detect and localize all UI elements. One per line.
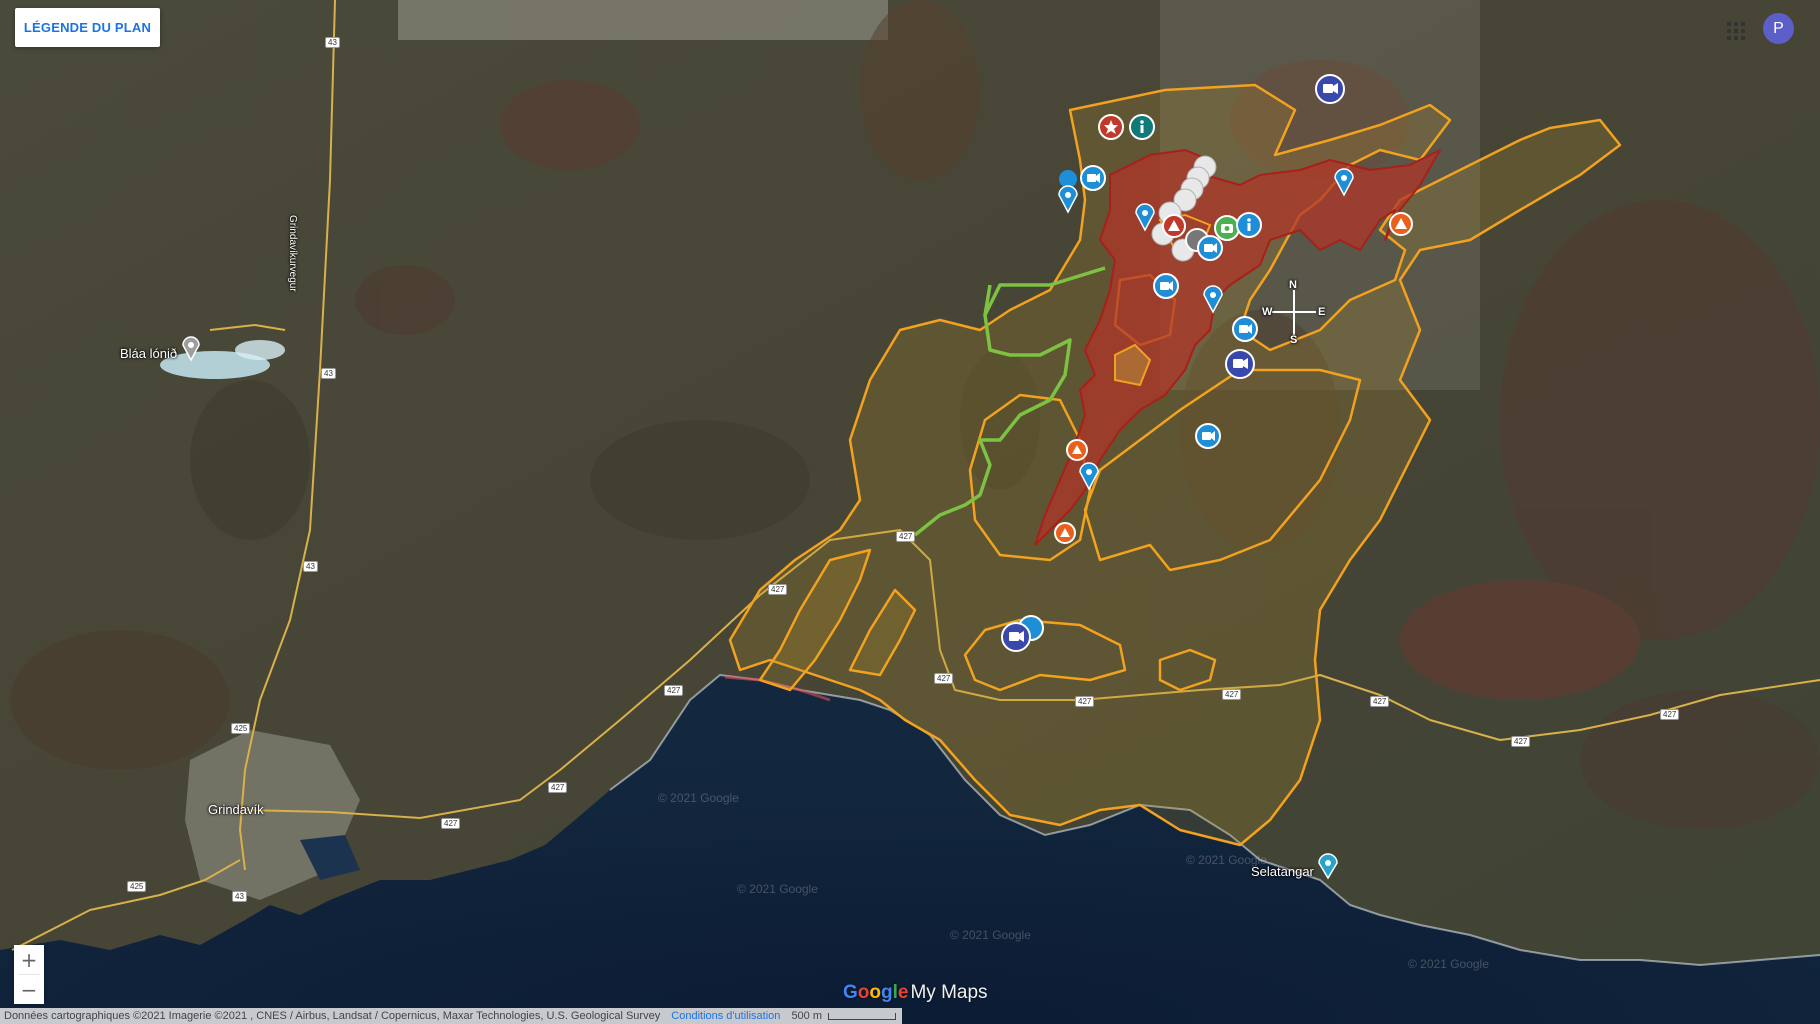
road-label-43: 43 — [303, 561, 318, 572]
photo-icon[interactable] — [1214, 215, 1240, 241]
road-label-427: 427 — [768, 584, 788, 595]
compass-south: S — [1290, 334, 1298, 346]
watermark: © 2021 Google — [658, 791, 739, 805]
road-label-425: 425 — [231, 723, 251, 734]
apps-grid-icon[interactable] — [1722, 16, 1748, 42]
watermark: © 2021 Google — [1186, 853, 1267, 867]
scale-bar — [828, 1012, 897, 1020]
pin-icon[interactable] — [1203, 285, 1223, 314]
road-label-427: 427 — [664, 685, 684, 696]
road-label-43: 43 — [232, 891, 247, 902]
terms-link[interactable]: Conditions d'utilisation — [667, 1010, 784, 1022]
pin-icon[interactable] — [1318, 853, 1338, 880]
road-name-grindavikurvegur: Grindavíkurvegur — [287, 215, 298, 292]
road-label-427: 427 — [548, 782, 568, 793]
map-legend-button[interactable]: LÉGENDE DU PLAN — [15, 8, 160, 47]
place-grindavik[interactable]: Grindavík — [208, 802, 264, 817]
road-label-427: 427 — [896, 531, 916, 542]
camera-icon[interactable] — [1153, 273, 1179, 299]
zoom-control: + − — [14, 945, 44, 1004]
compass-north: N — [1289, 279, 1297, 291]
map-canvas[interactable]: N S E W Bláa lónið Grindavík Selatangar … — [0, 0, 1820, 1024]
compass-icon — [1272, 290, 1316, 335]
road-label-43: 43 — [321, 368, 336, 379]
hazard-icon[interactable] — [1054, 522, 1076, 544]
road-label-427: 427 — [1075, 696, 1095, 707]
road-label-427: 427 — [1370, 696, 1390, 707]
pin-icon[interactable] — [1135, 203, 1155, 232]
road-label-427: 427 — [441, 818, 461, 829]
camera-icon[interactable] — [1080, 165, 1106, 191]
road-label-427: 427 — [934, 673, 954, 684]
markers-layer — [182, 74, 1413, 880]
zoom-out-button[interactable]: − — [14, 975, 44, 1004]
camera-icon[interactable] — [1232, 316, 1258, 342]
pin-icon[interactable] — [1334, 168, 1354, 197]
road-label-425: 425 — [127, 881, 147, 892]
star-icon[interactable] — [1098, 114, 1124, 140]
camping-icon[interactable] — [1162, 214, 1186, 238]
watermark: © 2021 Google — [950, 928, 1031, 942]
scale-label[interactable]: 500 m — [787, 1010, 826, 1022]
account-avatar[interactable]: P — [1763, 13, 1794, 44]
camera-icon[interactable] — [1315, 74, 1345, 104]
compass-east: E — [1318, 306, 1326, 318]
camera-icon[interactable] — [1225, 349, 1255, 379]
road-label-43: 43 — [325, 37, 340, 48]
map-attribution: Données cartographiques ©2021 Imagerie ©… — [4, 1010, 661, 1022]
info-icon[interactable] — [1129, 114, 1155, 140]
hazard-icon[interactable] — [1066, 439, 1088, 461]
watermark: © 2021 Google — [737, 882, 818, 896]
road-label-427: 427 — [1660, 709, 1680, 720]
road-label-427: 427 — [1222, 689, 1242, 700]
info-icon[interactable] — [1236, 212, 1262, 238]
camera-icon[interactable] — [1001, 622, 1031, 652]
compass-west: W — [1262, 306, 1273, 318]
watermark: © 2021 Google — [1408, 957, 1489, 971]
zoom-in-button[interactable]: + — [14, 945, 44, 974]
place-blue-lagoon[interactable]: Bláa lónið — [120, 346, 177, 361]
camera-icon[interactable] — [1197, 235, 1223, 261]
hazard-icon[interactable] — [1389, 212, 1413, 236]
road-label-427: 427 — [1511, 736, 1531, 747]
pin-icon[interactable] — [1079, 462, 1099, 491]
pin-icon[interactable] — [1058, 170, 1078, 214]
pin-icon[interactable] — [182, 336, 200, 362]
map-footer: Données cartographiques ©2021 Imagerie ©… — [0, 1008, 903, 1024]
google-my-maps-logo: Google My Maps — [843, 982, 988, 1003]
camera-icon[interactable] — [1195, 423, 1221, 449]
